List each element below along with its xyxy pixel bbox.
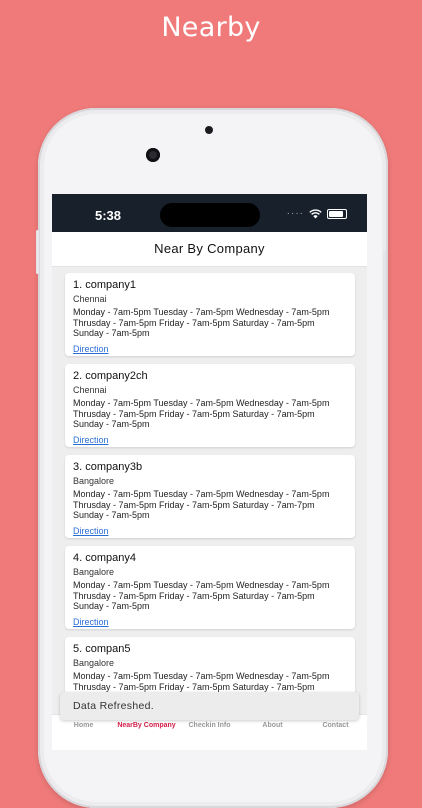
company-hours: Monday - 7am-5pm Tuesday - 7am-5pm Wedne… [73, 307, 330, 338]
wifi-icon [309, 208, 322, 218]
status-time: 5:38 [95, 208, 122, 223]
tab-checkin-info[interactable]: Checkin Info [178, 722, 241, 729]
page-title: Near By Company [154, 241, 265, 256]
company-card[interactable]: 3. company3b Bangalore Monday - 7am-5pm Tu… [65, 455, 355, 538]
company-city: Chennai [73, 294, 107, 304]
company-city: Bangalore [73, 476, 115, 486]
company-hours: Monday - 7am-5pm Tuesday - 7am-5pm Wedne… [73, 580, 330, 611]
direction-link[interactable]: Direction [73, 525, 109, 537]
page-headline: Nearby [161, 12, 261, 43]
direction-link[interactable]: Direction [73, 343, 109, 355]
company-title: 5. compan5 [73, 643, 131, 655]
tab-contact[interactable]: Contact [304, 722, 367, 729]
status-icons: ···· [287, 208, 347, 219]
company-list[interactable]: 1. company1 Chennai Monday - 7am-5pm Tuesd… [65, 273, 355, 728]
tab-nearby-company[interactable]: NearBy Company [115, 722, 178, 729]
phone-side-button [36, 230, 39, 274]
company-card[interactable]: 2. company2ch Chennai Monday - 7am-5pm Tue… [65, 364, 355, 447]
dynamic-island [160, 203, 260, 227]
company-city: Chennai [73, 385, 107, 395]
signal-icon: ···· [286, 208, 304, 219]
toast-text: Data Refreshed. [73, 700, 154, 712]
direction-link[interactable]: Direction [73, 434, 109, 446]
sensor-icon [146, 148, 160, 162]
front-camera-icon [205, 126, 213, 134]
navigation-bar: Near By Company [52, 232, 367, 267]
company-card[interactable]: 1. company1 Chennai Monday - 7am-5pm Tuesd… [65, 273, 355, 356]
company-hours: Monday - 7am-5pm Tuesday - 7am-5pm Wedne… [73, 398, 330, 429]
company-title: 3. company3b [73, 461, 143, 473]
battery-icon [327, 208, 347, 219]
status-bar: 5:38 ···· [52, 194, 367, 232]
company-title: 2. company2ch [73, 370, 148, 382]
tab-home[interactable]: Home [52, 722, 115, 729]
phone-screen: 5:38 ···· Near By Company 1. company1 Che… [52, 194, 367, 750]
toast-message: Data Refreshed. [60, 692, 359, 720]
company-card[interactable]: 4. company4 Bangalore Monday - 7am-5pm Tue… [65, 546, 355, 629]
company-hours: Monday - 7am-5pm Tuesday - 7am-5pm Wedne… [73, 489, 330, 520]
company-city: Bangalore [73, 567, 115, 577]
tab-about[interactable]: About [241, 722, 304, 729]
company-city: Bangalore [73, 658, 115, 668]
direction-link[interactable]: Direction [73, 616, 109, 628]
company-title: 1. company1 [73, 279, 136, 291]
phone-side-button [383, 250, 386, 320]
company-title: 4. company4 [73, 552, 136, 564]
